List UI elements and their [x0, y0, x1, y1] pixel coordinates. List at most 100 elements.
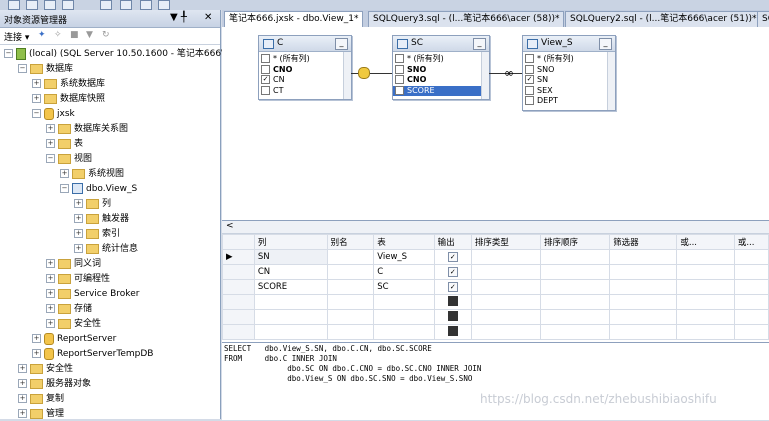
collapse-icon[interactable]: − [32, 109, 41, 118]
minimize-button[interactable]: _ [473, 38, 486, 50]
expand-icon[interactable]: + [74, 229, 83, 238]
collapse-icon[interactable]: − [4, 49, 13, 58]
expand-icon[interactable]: + [46, 289, 55, 298]
tree-node[interactable]: + 可编程性 [46, 272, 110, 286]
sql-pane[interactable]: SELECT dbo.View_S.SN, dbo.C.CN, dbo.SC.S… [222, 342, 769, 420]
refresh-icon[interactable]: ↻ [102, 30, 110, 40]
tree-node[interactable]: + 统计信息 [74, 242, 138, 256]
table-row[interactable] [222, 324, 769, 340]
cell-or-2[interactable] [733, 309, 769, 325]
tree-node[interactable]: − dbo.View_S [60, 182, 137, 196]
column-checkbox[interactable] [525, 85, 534, 95]
cell-filter[interactable] [609, 324, 678, 340]
collapse-icon[interactable]: − [46, 154, 55, 163]
cell-sort-type[interactable] [470, 279, 542, 295]
close-icon[interactable]: ✕ [204, 12, 212, 23]
disconnect-icon[interactable]: ✧ [54, 30, 62, 40]
expand-icon[interactable]: + [46, 124, 55, 133]
expand-icon[interactable]: + [32, 349, 41, 358]
output-checkbox[interactable]: ✓ [447, 282, 458, 292]
cell-or-1[interactable] [676, 309, 735, 325]
column-checkbox[interactable]: ✓ [261, 75, 270, 84]
cell-output[interactable] [433, 324, 472, 340]
cell-or-2[interactable] [733, 279, 769, 295]
tree-node[interactable]: + 列 [74, 197, 111, 211]
output-checkbox[interactable] [447, 295, 458, 306]
collapse-icon[interactable]: − [60, 184, 69, 193]
expand-icon[interactable]: + [74, 214, 83, 223]
output-checkbox[interactable] [447, 325, 458, 336]
tab-query-2[interactable]: SQLQuery2.sql - (l...笔记本666\acer (51))* [565, 11, 762, 27]
column-checkbox[interactable] [395, 54, 404, 63]
stop-icon[interactable]: ■ [70, 30, 79, 40]
column-row[interactable]: DEPT [523, 96, 607, 107]
cell-column[interactable]: CN [253, 264, 328, 280]
cell-alias[interactable] [326, 264, 375, 280]
table-row[interactable] [222, 309, 769, 325]
cell-alias[interactable] [326, 249, 375, 265]
cell-or-1[interactable] [676, 264, 735, 280]
column-checkbox[interactable] [395, 64, 404, 74]
output-checkbox[interactable]: ✓ [447, 267, 458, 277]
column-checkbox[interactable] [261, 54, 270, 63]
cell-sort-order[interactable] [540, 264, 611, 280]
cell-table[interactable]: C [373, 264, 435, 280]
tree-node[interactable]: + 存储 [46, 302, 92, 316]
cell-sort-order[interactable] [540, 294, 611, 310]
cell-output[interactable] [433, 294, 472, 310]
cell-filter[interactable] [609, 309, 678, 325]
cell-output[interactable]: ✓ [433, 249, 472, 265]
cell-filter[interactable] [609, 294, 678, 310]
column-checkbox[interactable] [261, 64, 270, 74]
cell-alias[interactable] [326, 279, 375, 295]
cell-table[interactable] [373, 294, 435, 310]
cell-column[interactable] [253, 324, 328, 340]
cell-filter[interactable] [609, 264, 678, 280]
cell-output[interactable]: ✓ [433, 264, 472, 280]
table-row[interactable]: SCORE SC ✓ [222, 279, 769, 295]
tree-node[interactable]: + 表 [46, 137, 83, 151]
cell-sort-type[interactable] [470, 324, 542, 340]
tree-node[interactable]: + 安全性 [18, 362, 73, 376]
tree-node[interactable]: + 系统数据库 [32, 77, 105, 91]
column-checkbox[interactable] [395, 75, 404, 84]
tab-view-designer[interactable]: 笔记本666.jxsk - dbo.View_1* [224, 11, 364, 27]
row-selector[interactable] [222, 309, 255, 325]
column-checkbox[interactable] [525, 54, 534, 63]
output-checkbox[interactable]: ✓ [447, 252, 458, 262]
column-row[interactable]: * (所有列) [393, 54, 481, 65]
row-selector[interactable]: ▶ [222, 249, 255, 265]
cell-sort-order[interactable] [540, 324, 611, 340]
column-row[interactable]: * (所有列) [259, 54, 343, 65]
expand-icon[interactable]: + [18, 364, 27, 373]
column-row[interactable]: * (所有列) [523, 54, 607, 65]
tree-node[interactable]: − jxsk [32, 107, 75, 121]
toolbar-icon[interactable] [100, 0, 112, 10]
table-row[interactable]: CN C ✓ [222, 264, 769, 280]
horizontal-scrollbar[interactable]: < [222, 221, 769, 234]
expand-icon[interactable]: + [46, 259, 55, 268]
toolbar-icon[interactable] [120, 0, 132, 10]
column-checkbox[interactable] [525, 96, 534, 105]
cell-column[interactable]: SCORE [253, 279, 328, 295]
tree-node[interactable]: + 索引 [74, 227, 120, 241]
table-header[interactable]: C _ [259, 36, 351, 52]
filter-icon[interactable]: ▼ [86, 30, 93, 40]
expand-icon[interactable]: + [60, 169, 69, 178]
tab-query-1[interactable]: SQLQuery3.sql - (l...笔记本666\acer (58))* [368, 11, 565, 27]
column-row[interactable]: ✓ SCORE [393, 85, 481, 96]
connect-icon[interactable]: ✦ [38, 30, 46, 40]
cell-filter[interactable] [609, 279, 678, 295]
cell-column[interactable]: SN [253, 249, 328, 265]
cell-table[interactable]: SC [373, 279, 435, 295]
cell-alias[interactable] [326, 309, 375, 325]
expand-icon[interactable]: + [46, 319, 55, 328]
table-scrollbar[interactable] [481, 52, 489, 99]
expand-icon[interactable]: + [32, 334, 41, 343]
expand-icon[interactable]: + [18, 394, 27, 403]
table-row[interactable]: ▶ SN View_S ✓ [222, 249, 769, 265]
cell-table[interactable] [373, 309, 435, 325]
cell-table[interactable] [373, 324, 435, 340]
cell-sort-type[interactable] [470, 309, 542, 325]
cell-or-2[interactable] [733, 294, 769, 310]
